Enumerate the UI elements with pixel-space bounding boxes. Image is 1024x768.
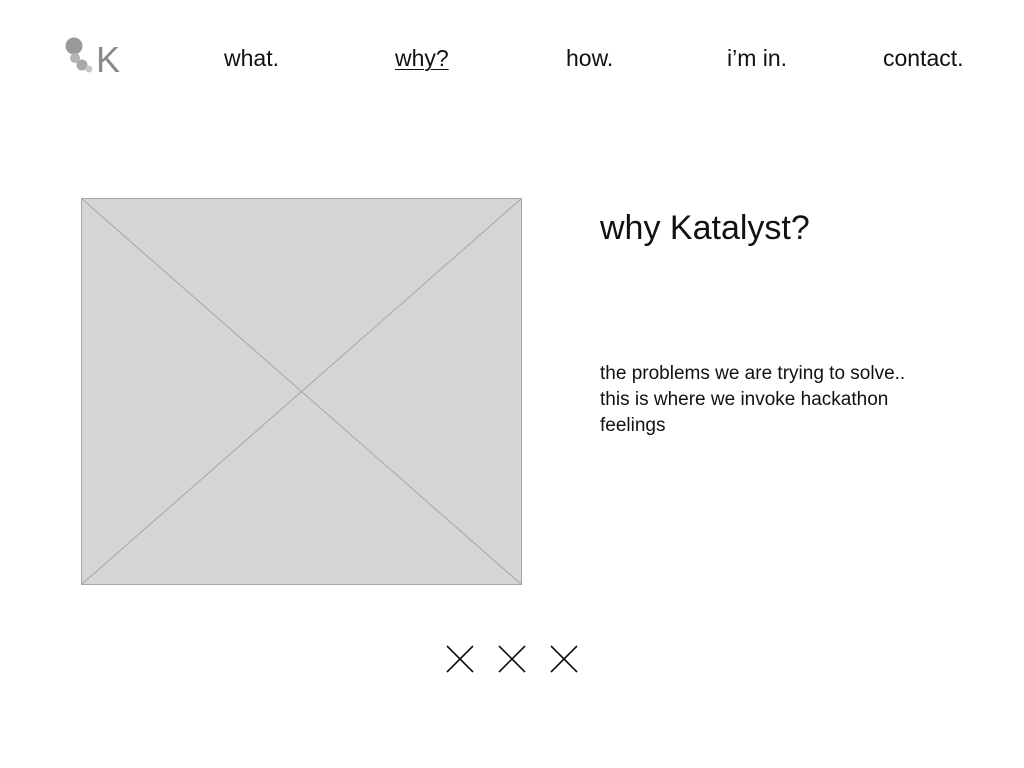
close-icon[interactable]: [550, 645, 578, 673]
close-icon[interactable]: [446, 645, 474, 673]
description-line: feelings: [600, 415, 666, 436]
logo[interactable]: K: [62, 34, 122, 76]
nav-item-how[interactable]: how.: [566, 44, 613, 72]
nav-item-im-in[interactable]: i’m in.: [727, 44, 787, 72]
close-icon[interactable]: [498, 645, 526, 673]
katalyst-logo-icon: [65, 37, 93, 73]
image-placeholder: [81, 198, 522, 585]
nav-item-why[interactable]: why?: [395, 44, 449, 72]
description-line: this is where we invoke hackathon: [600, 389, 889, 410]
nav-item-contact[interactable]: contact.: [883, 44, 964, 72]
carousel-pager: [446, 645, 580, 673]
nav-item-what[interactable]: what.: [224, 44, 279, 72]
description-line: the problems we are trying to solve..: [600, 363, 906, 384]
page-title: why Katalyst?: [600, 209, 810, 247]
logo-letter: K: [96, 39, 120, 76]
page-description: the problems we are trying to solve.. th…: [600, 361, 940, 439]
